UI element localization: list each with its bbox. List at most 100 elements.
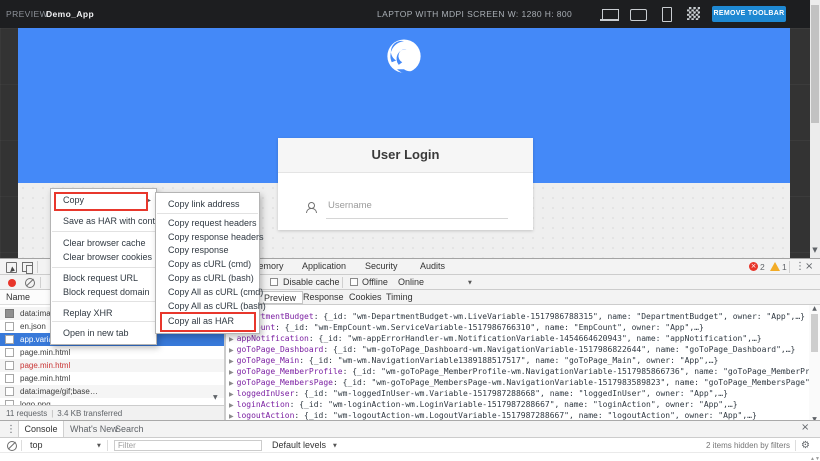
menu-item-block-domain[interactable]: Block request domain (51, 286, 156, 299)
page-scroll-down-icon[interactable]: ▼ (810, 246, 820, 254)
detail-scrollbar[interactable]: ▲ ▼ (809, 305, 820, 425)
detail-scrollbar-thumb[interactable] (811, 314, 818, 352)
file-icon (5, 335, 14, 344)
console-mini-scroll-icon[interactable]: ▲▼ (810, 457, 818, 461)
qr-code-icon[interactable] (687, 7, 700, 20)
preview-toolbar: PREVIEW: Demo_App LAPTOP WITH MDPI SCREE… (0, 0, 820, 28)
network-row[interactable]: page.min.html (0, 372, 224, 385)
json-line[interactable]: ▶appNotification: {_id: "wm-appErrorHand… (229, 334, 762, 344)
submenu-item-copy-request-headers[interactable]: Copy request headers (156, 217, 259, 230)
levels-dropdown-icon[interactable]: ▼ (333, 443, 337, 449)
record-network-icon[interactable] (8, 279, 16, 287)
tab-audits[interactable]: Audits (420, 259, 445, 274)
console-settings-gear-icon[interactable]: ⚙ (801, 439, 810, 453)
filter-divider (795, 440, 796, 451)
toolbar-divider (40, 277, 41, 288)
menu-item-open-new-tab[interactable]: Open in new tab (51, 327, 156, 340)
console-tabbar: ⋮ Console What's New Search × (0, 421, 820, 438)
drawer-close-icon[interactable]: × (801, 422, 809, 433)
json-line[interactable]: ▶goToPage_MembersPage: {_id: "wm-goToPag… (229, 378, 820, 388)
json-line[interactable]: ▶goToPage_MemberProfile: {_id: "wm-goToP… (229, 367, 820, 377)
offline-label[interactable]: Offline (362, 275, 388, 290)
devtools-close-icon[interactable]: × (805, 259, 813, 275)
menu-item-clear-cache[interactable]: Clear browser cache (51, 237, 156, 250)
username-underline (326, 218, 508, 219)
network-row[interactable]: data:image/gif;base… (0, 385, 224, 398)
network-row[interactable]: logo.png (0, 398, 224, 405)
tabbar-divider (37, 261, 38, 273)
throttling-select[interactable]: Online (398, 275, 424, 290)
json-line[interactable]: ▶goToPage_Dashboard: {_id: "wm-goToPage_… (229, 345, 795, 355)
offline-checkbox[interactable] (350, 278, 358, 286)
login-card-header: User Login (278, 138, 533, 173)
submenu-item-copy-response-headers[interactable]: Copy response headers (156, 231, 259, 244)
js-context-select[interactable]: top (30, 438, 43, 453)
username-field[interactable] (326, 196, 500, 214)
error-count: 2 (760, 259, 765, 275)
log-levels-select[interactable]: Default levels (272, 438, 326, 453)
submenu-item-copy-curl-cmd[interactable]: Copy as cURL (cmd) (156, 258, 259, 271)
submenu-item-copy-curl-bash[interactable]: Copy as cURL (bash) (156, 272, 259, 285)
submenu-item-copy-link[interactable]: Copy link address (156, 198, 259, 211)
disable-cache-checkbox[interactable] (270, 278, 278, 286)
tab-security[interactable]: Security (365, 259, 398, 274)
console-drawer: ⋮ Console What's New Search × top ▼ Defa… (0, 420, 820, 461)
menu-item-replay-xhr[interactable]: Replay XHR (51, 307, 156, 320)
submenu-item-copy-response[interactable]: Copy response (156, 244, 259, 257)
annotation-box-copy-all-har (160, 312, 256, 332)
filter-divider (21, 440, 22, 451)
device-toolbar-icon[interactable] (22, 262, 33, 272)
tab-search[interactable]: Search (115, 421, 144, 437)
json-line[interactable]: ▶loginAction: {_id: "wm-loginAction-wm.L… (229, 400, 738, 410)
page-scrollbar-thumb[interactable] (811, 5, 819, 123)
subtab-timing[interactable]: Timing (386, 290, 413, 304)
canvas-right-strip (790, 28, 810, 258)
clear-network-icon[interactable] (25, 278, 35, 288)
annotation-box-copy (54, 192, 148, 211)
subtab-cookies[interactable]: Cookies (349, 290, 382, 304)
laptop-device-icon[interactable] (602, 9, 619, 20)
tab-application[interactable]: Application (302, 259, 346, 274)
remove-toolbar-button[interactable]: REMOVE TOOLBAR (712, 6, 786, 22)
inspect-element-icon[interactable] (6, 262, 17, 273)
menu-separator (52, 231, 155, 232)
menu-item-block-url[interactable]: Block request URL (51, 272, 156, 285)
clear-console-icon[interactable] (7, 441, 17, 451)
phone-device-icon[interactable] (662, 7, 672, 22)
detail-subtab-bar: Headers Preview Response Cookies Timing (226, 290, 820, 305)
json-line[interactable]: ▶goToPage_Main: {_id: "wm-wm.NavigationV… (229, 356, 718, 366)
json-line[interactable]: ▶loggedInUser: {_id: "wm-loggedInUser-wm… (229, 389, 728, 399)
tab-whats-new[interactable]: What's New (70, 421, 118, 437)
json-line[interactable]: ▶DepartmentBudget: {_id: "wm-DepartmentB… (229, 312, 805, 322)
login-card: User Login (278, 138, 533, 230)
disable-cache-label[interactable]: Disable cache (283, 275, 340, 290)
error-badge-icon[interactable]: × (749, 262, 758, 271)
wavemaker-logo-icon (383, 36, 425, 78)
tab-console-selected[interactable]: Console (18, 421, 64, 437)
devtools-menu-icon[interactable]: ⋮ (795, 259, 805, 275)
hidden-items-info: 2 items hidden by filters (700, 438, 790, 453)
menu-item-clear-cookies[interactable]: Clear browser cookies (51, 251, 156, 264)
tabbar-divider (789, 261, 790, 273)
copy-submenu: Copy link address Copy request headers C… (155, 192, 260, 334)
file-icon (5, 348, 14, 357)
throttling-dropdown-icon[interactable]: ▼ (468, 280, 472, 286)
menu-item-save-har[interactable]: Save as HAR with content (51, 215, 156, 228)
submenu-item-copy-all-curl-cmd[interactable]: Copy All as cURL (cmd) (156, 286, 259, 299)
json-line[interactable]: ▶EmpCount: {_id: "wm-EmpCount-wm.Service… (229, 323, 704, 333)
list-scroll-down-icon[interactable]: ▼ (213, 394, 218, 401)
warning-badge-icon[interactable] (770, 262, 780, 271)
console-filter-input[interactable] (114, 440, 262, 451)
network-row-error[interactable]: page.min.html (0, 359, 224, 372)
menu-separator (52, 321, 155, 322)
warning-count: 1 (782, 259, 787, 275)
context-dropdown-icon[interactable]: ▼ (97, 443, 101, 449)
drawer-menu-icon[interactable]: ⋮ (6, 422, 16, 438)
app-name: Demo_App (46, 0, 94, 28)
network-row[interactable]: page.min.html (0, 346, 224, 359)
menu-separator (52, 267, 155, 268)
scroll-up-icon[interactable]: ▲ (809, 305, 820, 312)
file-icon (5, 361, 14, 370)
tablet-device-icon[interactable] (630, 9, 647, 21)
subtab-response[interactable]: Response (303, 290, 344, 304)
